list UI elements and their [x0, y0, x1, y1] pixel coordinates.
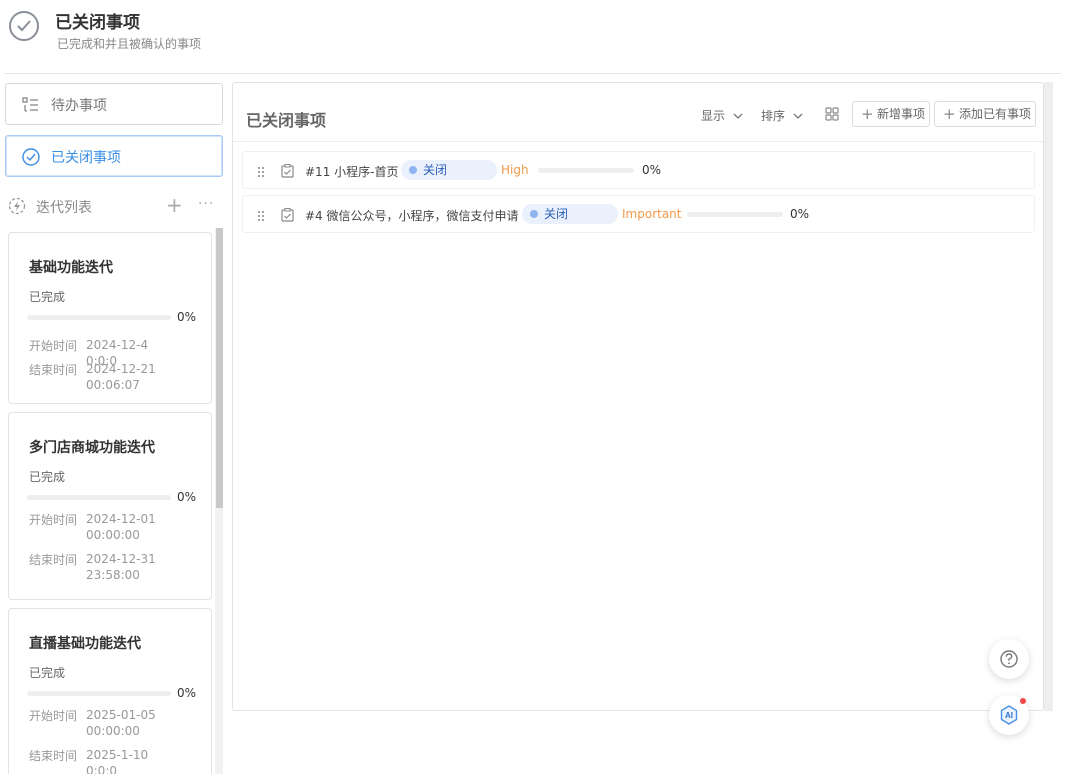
iteration-list-title: 迭代列表 — [36, 200, 92, 216]
add-iteration-button[interactable]: + — [166, 194, 183, 216]
start-time-label: 开始时间 — [29, 339, 78, 353]
iteration-card[interactable]: 基础功能迭代 已完成 0% 开始时间 2024-12-4 0:0:0 结束时间 … — [8, 232, 212, 404]
nav-item-todo[interactable]: 待办事项 — [5, 83, 223, 125]
item-progress-bar — [687, 212, 783, 217]
plus-icon: + — [943, 105, 956, 123]
add-existing-label: 添加已有事项 — [959, 107, 1032, 121]
status-dot — [530, 210, 538, 218]
grid-view-icon[interactable] — [825, 107, 839, 124]
item-progress-value: 0% — [790, 207, 810, 221]
end-time-label: 结束时间 — [29, 553, 78, 567]
iteration-card[interactable]: 多门店商城功能迭代 已完成 0% 开始时间 2024-12-01 00:00:0… — [8, 412, 212, 600]
start-time-value: 2024-12-01 00:00:00 — [86, 512, 156, 542]
nav-item-closed[interactable]: 已关闭事项 — [5, 135, 223, 177]
table-row[interactable]: #4 微信公众号，小程序，微信支付申请 关闭 Important 0% — [242, 195, 1035, 233]
iteration-card-list: 基础功能迭代 已完成 0% 开始时间 2024-12-4 0:0:0 结束时间 … — [0, 226, 226, 774]
todo-list-icon — [22, 96, 40, 114]
app-page: 已关闭事项 已完成和并且被确认的事项 待办事项 已关闭事项 迭代列表 + ···… — [0, 0, 1066, 774]
start-time-label: 开始时间 — [29, 709, 78, 723]
iteration-progress-value: 0% — [177, 310, 197, 324]
check-circle-icon — [22, 148, 40, 166]
drag-handle-icon[interactable] — [257, 207, 265, 226]
table-row[interactable]: #11 小程序-首页 关闭 High 0% — [242, 151, 1035, 189]
nav-item-label: 已关闭事项 — [51, 150, 121, 166]
status-badge[interactable]: 关闭 — [401, 160, 497, 180]
iteration-progress-value: 0% — [177, 490, 197, 504]
iteration-icon — [8, 197, 26, 219]
panel-scrollbar[interactable] — [1044, 82, 1053, 711]
sort-dropdown[interactable]: 排序 — [761, 107, 803, 124]
sort-label: 排序 — [761, 109, 786, 123]
task-clipboard-icon — [281, 163, 294, 182]
end-time-label: 结束时间 — [29, 749, 78, 763]
status-label: 关闭 — [423, 163, 448, 177]
item-progress-value: 0% — [642, 163, 662, 177]
closed-items-panel: 已关闭事项 显示 排序 + 新增事项 + 添加已有事项 #11 小程序-首页 关… — [232, 82, 1044, 711]
item-title[interactable]: #11 小程序-首页 — [305, 163, 398, 180]
iteration-status: 已完成 — [29, 666, 66, 680]
iteration-progress-bar — [27, 315, 171, 320]
iteration-progress-bar — [27, 691, 171, 696]
iteration-card[interactable]: 直播基础功能迭代 已完成 0% 开始时间 2025-01-05 00:00:00… — [8, 608, 212, 774]
check-circle-icon — [9, 11, 39, 41]
status-badge[interactable]: 关闭 — [522, 204, 618, 224]
task-clipboard-icon — [281, 207, 294, 226]
iteration-status: 已完成 — [29, 470, 66, 484]
end-time-value: 2024-12-31 23:58:00 — [86, 552, 156, 582]
status-label: 关闭 — [544, 207, 569, 221]
iteration-title: 多门店商城功能迭代 — [29, 440, 155, 456]
new-item-label: 新增事项 — [877, 107, 926, 121]
start-time-value: 2025-01-05 00:00:00 — [86, 708, 156, 738]
help-button[interactable] — [989, 639, 1029, 679]
chevron-down-icon — [793, 113, 803, 119]
iteration-status: 已完成 — [29, 290, 66, 304]
page-header: 已关闭事项 已完成和并且被确认的事项 — [0, 0, 1066, 74]
new-item-button[interactable]: + 新增事项 — [852, 101, 930, 127]
question-circle-icon — [1000, 650, 1018, 668]
display-dropdown[interactable]: 显示 — [701, 107, 743, 124]
end-time-value: 2024-12-21 00:06:07 — [86, 362, 156, 392]
notification-dot — [1020, 698, 1026, 704]
page-subtitle: 已完成和并且被确认的事项 — [57, 37, 202, 51]
page-title: 已关闭事项 — [55, 13, 140, 33]
panel-divider — [233, 141, 1043, 142]
chevron-down-icon — [733, 113, 743, 119]
priority-label[interactable]: Important — [622, 207, 682, 221]
display-label: 显示 — [701, 109, 726, 123]
iteration-title: 基础功能迭代 — [29, 260, 113, 276]
drag-handle-icon[interactable] — [257, 163, 265, 182]
iteration-title: 直播基础功能迭代 — [29, 636, 141, 652]
panel-title: 已关闭事项 — [246, 111, 327, 130]
end-time-label: 结束时间 — [29, 363, 78, 377]
more-options-button[interactable]: ··· — [198, 194, 214, 214]
svg-text:AI: AI — [1005, 711, 1013, 720]
add-existing-item-button[interactable]: + 添加已有事项 — [934, 101, 1036, 127]
start-time-label: 开始时间 — [29, 513, 78, 527]
iteration-list-header: 迭代列表 + ··· — [5, 194, 223, 218]
nav-item-label: 待办事项 — [51, 98, 107, 114]
item-title[interactable]: #4 微信公众号，小程序，微信支付申请 — [305, 207, 519, 224]
iteration-progress-bar — [27, 495, 171, 500]
iteration-progress-value: 0% — [177, 686, 197, 700]
item-progress-bar — [538, 168, 634, 173]
status-dot — [409, 166, 417, 174]
header-divider — [4, 73, 1061, 74]
plus-icon: + — [861, 105, 874, 123]
end-time-value: 2025-1-10 0:0:0 — [86, 748, 149, 774]
priority-label[interactable]: High — [501, 163, 529, 177]
